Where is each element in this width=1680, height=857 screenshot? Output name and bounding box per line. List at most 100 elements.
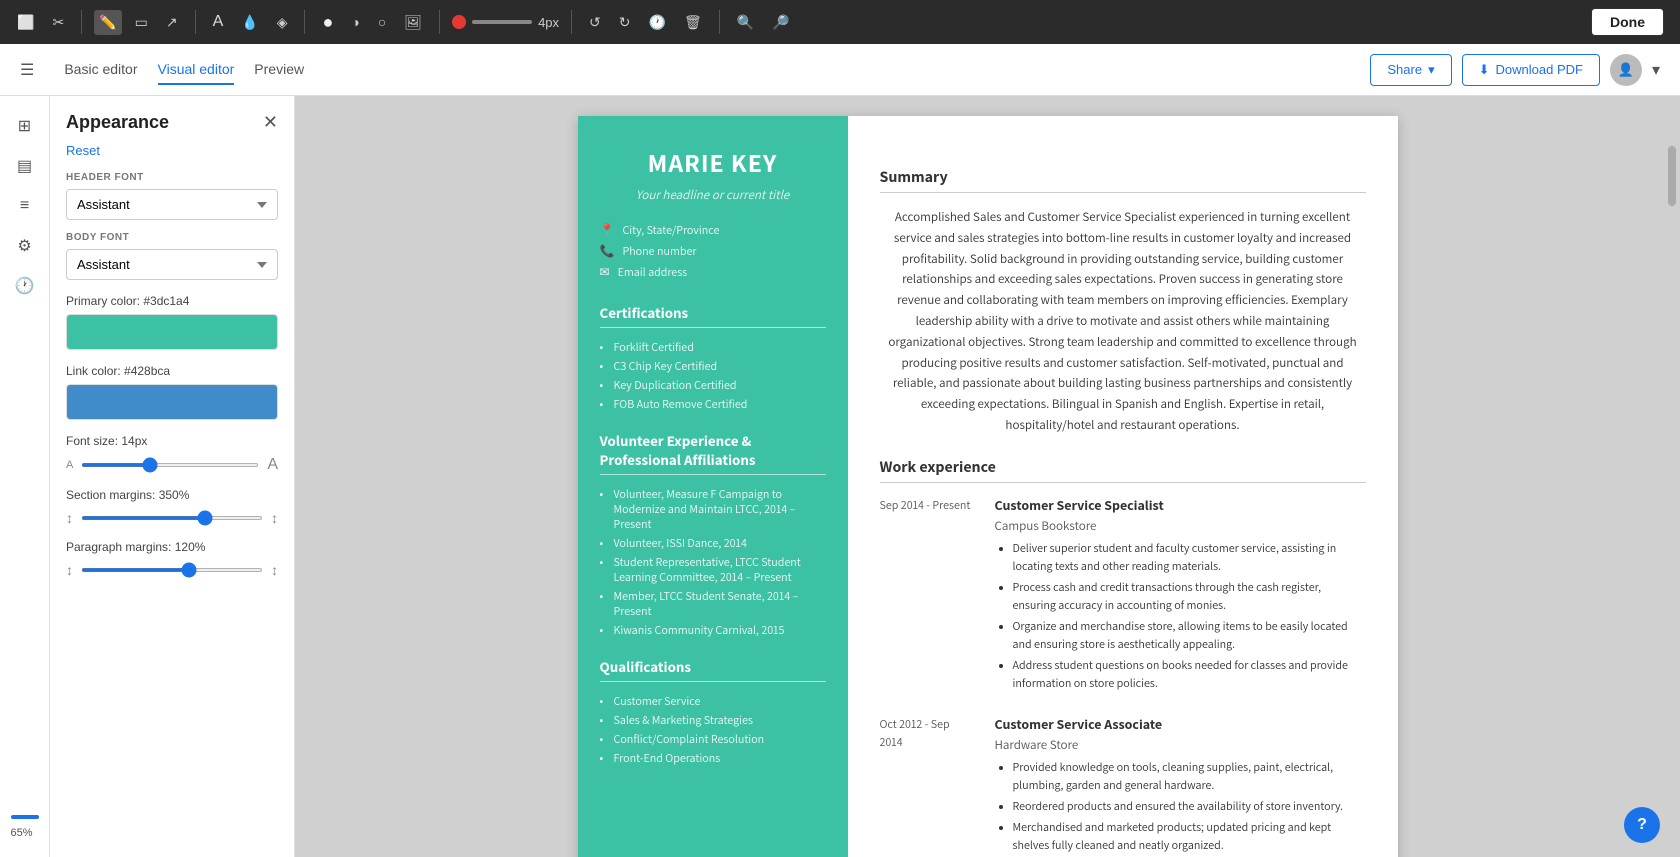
share-button[interactable]: Share ▾ bbox=[1370, 54, 1451, 86]
pen-icon[interactable]: ✏️ bbox=[94, 10, 121, 35]
done-button[interactable]: Done bbox=[1591, 8, 1664, 36]
volunteer-list: Volunteer, Measure F Campaign to Moderni… bbox=[600, 485, 826, 640]
tab-visual-editor[interactable]: Visual editor bbox=[158, 55, 235, 85]
paragraph-margins-slider[interactable] bbox=[81, 568, 263, 572]
work-row-2: Oct 2012 - Sep 2014 Customer Service Ass… bbox=[880, 716, 1366, 857]
link-color-swatch[interactable] bbox=[66, 384, 278, 420]
work-dates-1: Sep 2014 - Present bbox=[880, 497, 975, 696]
list-item: Process cash and credit transactions thr… bbox=[1013, 579, 1366, 615]
link-color-label: Link color: #428bca bbox=[66, 364, 278, 378]
qualifications-list: Customer Service Sales & Marketing Strat… bbox=[600, 692, 826, 768]
toolbar-right: Share ▾ ⬇ Download PDF 👤 ▾ bbox=[1370, 54, 1660, 86]
zoom-in-icon[interactable]: 🔍 bbox=[732, 10, 759, 35]
phone-icon: 📞 bbox=[600, 244, 615, 259]
image-icon[interactable]: 🖼 bbox=[399, 10, 427, 35]
contact-location: 📍 City, State/Province bbox=[600, 223, 826, 238]
work-title-2: Customer Service Associate bbox=[995, 716, 1366, 734]
separator-2 bbox=[195, 10, 196, 34]
contact-email: ✉ Email address bbox=[600, 265, 826, 280]
work-dates-2: Oct 2012 - Sep 2014 bbox=[880, 716, 975, 857]
separator-1 bbox=[81, 10, 82, 34]
list-item: C3 Chip Key Certified bbox=[600, 357, 826, 376]
top-toolbar: ⬜ ✂ ✏️ ▭ ↗ A 💧 ◈ ● ◑ ○ 🖼 4px ↺ ↻ 🕐 🗑 🔍 🔎… bbox=[0, 0, 1680, 44]
email-icon: ✉ bbox=[600, 265, 610, 280]
list-item: Front-End Operations bbox=[600, 749, 826, 768]
user-avatar[interactable]: 👤 bbox=[1610, 54, 1642, 86]
list-item: Member, LTCC Student Senate, 2014 – Pres… bbox=[600, 587, 826, 621]
work-title-1: Customer Service Specialist bbox=[995, 497, 1366, 515]
zoom-display: 65% bbox=[11, 815, 39, 841]
editor-tabs: Basic editor Visual editor Preview bbox=[64, 55, 304, 85]
para-sort-icon: ↕ bbox=[271, 562, 278, 578]
circle-solid-icon[interactable]: ● bbox=[317, 8, 338, 37]
margins-sort-icon: ↕ bbox=[271, 510, 278, 526]
primary-color-section: Primary color: #3dc1a4 bbox=[66, 294, 278, 350]
second-toolbar: ☰ Basic editor Visual editor Preview Sha… bbox=[0, 44, 1680, 96]
list-item: Kiwanis Community Carnival, 2015 bbox=[600, 621, 826, 640]
history-icon[interactable]: 🕐 bbox=[644, 10, 671, 35]
list-item: Volunteer, ISSI Dance, 2014 bbox=[600, 534, 826, 553]
body-font-select[interactable]: Assistant bbox=[66, 249, 278, 280]
redo-icon[interactable]: ↻ bbox=[614, 10, 636, 35]
list-item: Customer Service bbox=[600, 692, 826, 711]
resume-left-column: MARIE KEY Your headline or current title… bbox=[578, 116, 848, 857]
list-item: Key Duplication Certified bbox=[600, 376, 826, 395]
header-font-select[interactable]: Assistant bbox=[66, 189, 278, 220]
close-icon[interactable]: ✕ bbox=[263, 112, 278, 133]
blur-icon[interactable]: ◈ bbox=[272, 10, 293, 35]
separator-3 bbox=[304, 10, 305, 34]
hamburger-icon[interactable]: ☰ bbox=[20, 60, 34, 80]
sidebar-icon-text[interactable]: ≡ bbox=[7, 188, 43, 224]
font-size-slider[interactable] bbox=[81, 463, 259, 467]
circle-half-icon[interactable]: ◑ bbox=[346, 10, 364, 34]
undo-icon[interactable]: ↺ bbox=[584, 10, 606, 35]
tab-preview[interactable]: Preview bbox=[254, 55, 304, 85]
margins-arrow-icon: ↕ bbox=[66, 510, 73, 526]
font-size-section: Font size: 14px A A bbox=[66, 434, 278, 474]
sidebar-icon-grid[interactable]: ⊞ bbox=[7, 108, 43, 144]
appearance-panel: Appearance ✕ Reset HEADER FONT Assistant… bbox=[50, 96, 295, 857]
section-margins-slider[interactable] bbox=[81, 516, 263, 520]
droplet-icon[interactable]: 💧 bbox=[236, 10, 263, 35]
primary-color-swatch[interactable] bbox=[66, 314, 278, 350]
summary-heading: Summary bbox=[880, 166, 1366, 193]
sidebar-icon-clock[interactable]: 🕐 bbox=[7, 268, 43, 304]
circle-outline-icon[interactable]: ○ bbox=[373, 10, 391, 34]
section-margins-label: Section margins: 350% bbox=[66, 488, 278, 502]
trash-icon[interactable]: 🗑 bbox=[679, 10, 707, 35]
chevron-down-icon: ▾ bbox=[1428, 62, 1435, 78]
text-icon[interactable]: A bbox=[208, 9, 229, 35]
list-item: Organize and merchandise store, allowing… bbox=[1013, 618, 1366, 654]
crop-icon[interactable]: ⬜ bbox=[12, 10, 39, 35]
zoom-out-icon[interactable]: 🔎 bbox=[767, 10, 794, 35]
stroke-indicator: 4px bbox=[452, 15, 559, 30]
stroke-line bbox=[472, 20, 532, 24]
qualifications-title: Qualifications bbox=[600, 658, 826, 682]
work-entry-1: Sep 2014 - Present Customer Service Spec… bbox=[880, 497, 1366, 696]
resume-name: MARIE KEY bbox=[600, 146, 826, 180]
certifications-title: Certifications bbox=[600, 304, 826, 328]
help-button[interactable]: ? bbox=[1624, 807, 1660, 843]
panel-title: Appearance bbox=[66, 112, 169, 133]
sidebar-icon-settings[interactable]: ⚙ bbox=[7, 228, 43, 264]
download-button[interactable]: ⬇ Download PDF bbox=[1462, 54, 1600, 86]
sidebar-icon-layout[interactable]: ▤ bbox=[7, 148, 43, 184]
paragraph-margins-label: Paragraph margins: 120% bbox=[66, 540, 278, 554]
rectangle-icon[interactable]: ▭ bbox=[130, 10, 153, 35]
scroll-indicator[interactable] bbox=[1668, 146, 1676, 206]
document-area: MARIE KEY Your headline or current title… bbox=[295, 96, 1680, 857]
trim-icon[interactable]: ✂ bbox=[47, 10, 69, 35]
reset-link[interactable]: Reset bbox=[66, 143, 278, 158]
tab-basic-editor[interactable]: Basic editor bbox=[64, 55, 137, 85]
resume-right-column: Summary Accomplished Sales and Customer … bbox=[848, 116, 1398, 857]
body-font-label: BODY FONT bbox=[66, 232, 278, 243]
font-size-max-icon: A bbox=[267, 456, 278, 474]
contact-phone: 📞 Phone number bbox=[600, 244, 826, 259]
stroke-color-dot[interactable] bbox=[452, 15, 466, 29]
header-font-label: HEADER FONT bbox=[66, 172, 278, 183]
work-experience-heading: Work experience bbox=[880, 456, 1366, 483]
work-content-1: Customer Service Specialist Campus Books… bbox=[995, 497, 1366, 696]
arrow-icon[interactable]: ↗ bbox=[161, 10, 183, 35]
account-chevron-icon[interactable]: ▾ bbox=[1652, 60, 1660, 80]
primary-color-label: Primary color: #3dc1a4 bbox=[66, 294, 278, 308]
